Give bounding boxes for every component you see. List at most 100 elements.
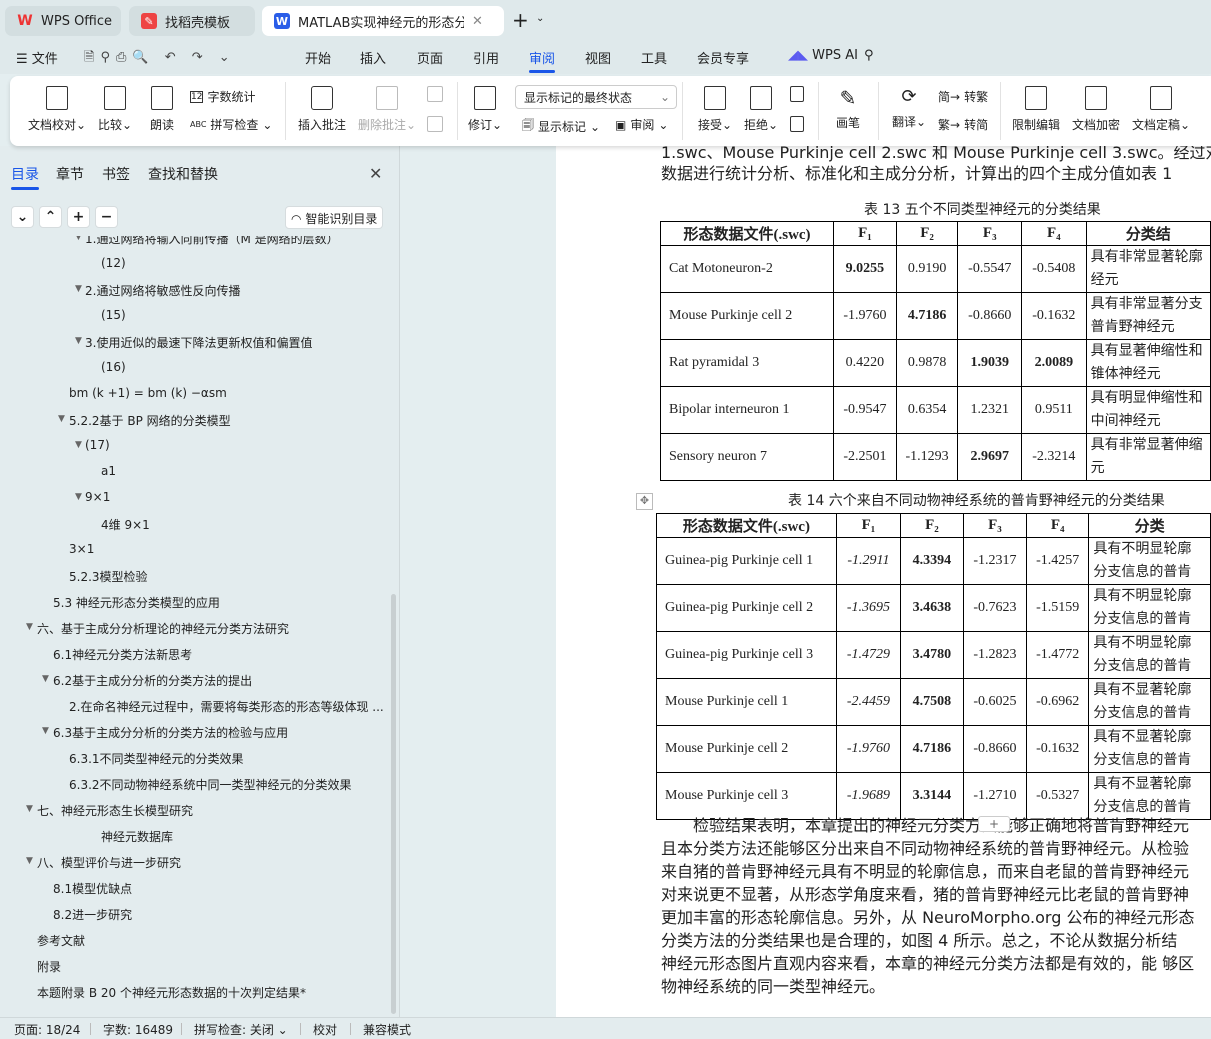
collapse-button[interactable]: ⌄ (11, 206, 34, 228)
expand-up-button[interactable]: ⌃ (39, 206, 62, 228)
expand-arrow-icon[interactable]: ▼ (75, 236, 82, 242)
remove-heading-button[interactable]: − (95, 206, 118, 228)
toc-item[interactable]: 6.3.1不同类型神经元的分类效果 (69, 750, 244, 767)
toc-item[interactable]: 9×1 (85, 490, 110, 504)
spell-check-status[interactable]: 拼写检查: 关闭 ⌄ (194, 1021, 288, 1038)
menu-review[interactable]: 审阅 (529, 48, 556, 73)
menu-member[interactable]: 会员专享 (697, 48, 749, 67)
encrypt-button[interactable]: 文档加密 (1072, 86, 1120, 133)
toc-item[interactable]: 参考文献 (37, 932, 85, 949)
finalize-button[interactable]: 文档定稿⌄ (1132, 86, 1190, 133)
close-tab-icon[interactable]: ✕ (472, 14, 483, 29)
next-comment-button[interactable] (427, 116, 443, 138)
next-change-button[interactable] (790, 116, 804, 138)
toc-item[interactable]: (16) (101, 360, 126, 374)
accept-button[interactable]: 接受⌄ (698, 86, 732, 133)
add-heading-button[interactable]: + (67, 206, 90, 228)
expand-arrow-icon[interactable]: ▼ (58, 414, 65, 424)
tab-document[interactable]: W MATLAB实现神经元的形态分类 ✕ (262, 6, 504, 36)
smart-toc-button[interactable]: ◠ 智能识别目录 (285, 206, 384, 229)
compare-button[interactable]: 比较⌄ (98, 86, 132, 133)
show-markup-button[interactable]: 🗐 显示标记 ⌄ (522, 116, 600, 137)
toc-item[interactable]: 4维 9×1 (101, 516, 150, 533)
tab-sections[interactable]: 章节 (56, 164, 84, 184)
menu-file[interactable]: ☰ 文件 (16, 48, 58, 67)
word-count[interactable]: 字数: 16489 (103, 1021, 173, 1038)
toc-item[interactable]: (12) (101, 256, 126, 270)
toc-item[interactable]: bm (k +1) = bm (k) −αsm (69, 386, 227, 400)
toc-item[interactable]: 5.2.3模型检验 (69, 568, 148, 585)
review-pane-button[interactable]: ▣ 审阅 ⌄ (615, 116, 668, 133)
tab-bookmarks[interactable]: 书签 (102, 164, 130, 184)
pen-button[interactable]: ✎ 画笔 (836, 86, 860, 131)
menu-tools[interactable]: 工具 (641, 48, 667, 67)
new-tab-icon[interactable]: + (512, 8, 529, 32)
read-aloud-button[interactable]: 朗读 (150, 86, 174, 133)
track-changes-button[interactable]: 修订⌄ (468, 86, 502, 133)
toc-item[interactable]: a1 (101, 464, 116, 478)
proofread-button[interactable]: 文档校对⌄ (28, 86, 86, 133)
toc-item[interactable]: 1.通过网络将输入向前传播（M 是网络的层数） (85, 236, 339, 247)
tab-wps-office[interactable]: W WPS Office (5, 6, 121, 36)
tab-toc[interactable]: 目录 (11, 164, 39, 190)
prev-comment-button[interactable] (427, 86, 443, 108)
insert-comment-button[interactable]: 插入批注 (298, 86, 346, 133)
page-indicator[interactable]: 页面: 18/24 (14, 1021, 80, 1038)
toc-item[interactable]: 5.2.2基于 BP 网络的分类模型 (69, 412, 231, 429)
expand-arrow-icon[interactable]: ▼ (42, 674, 49, 684)
translate-button[interactable]: ⟳ 翻译⌄ (892, 86, 926, 130)
delete-comment-button[interactable]: 删除批注⌄ (358, 86, 416, 133)
markup-state-select[interactable]: 显示标记的最终状态 ⌄ (515, 85, 677, 109)
quick-access-icons[interactable]: 🗎⚲⎙🔍 ↶ ↷ ⌄ (84, 48, 236, 70)
expand-arrow-icon[interactable]: ▼ (75, 284, 82, 294)
reject-button[interactable]: 拒绝⌄ (744, 86, 778, 133)
toc-item[interactable]: 2.在命名神经元过程中，需要将每类形态的形态等级体现 ... (69, 698, 384, 715)
expand-arrow-icon[interactable]: ▼ (75, 336, 82, 346)
toc-scrollbar[interactable] (391, 594, 396, 1014)
toc-item[interactable]: 2.通过网络将敏感性反向传播 (85, 282, 240, 299)
toc-item[interactable]: 6.2基于主成分分析的分类方法的提出 (53, 672, 252, 689)
menu-insert[interactable]: 插入 (360, 48, 386, 67)
to-simplified-button[interactable]: 繁→ 转简 (938, 116, 988, 133)
toc-item[interactable]: 5.3 神经元形态分类模型的应用 (53, 594, 220, 611)
toc-item[interactable]: 八、模型评价与进一步研究 (37, 854, 181, 871)
toc-item[interactable]: 8.2进一步研究 (53, 906, 132, 923)
toc-item[interactable]: 本题附录 B 20 个神经元形态数据的十次判定结果* (37, 984, 306, 1001)
prev-change-button[interactable] (790, 86, 804, 108)
expand-arrow-icon[interactable]: ▼ (75, 440, 82, 450)
menu-home[interactable]: 开始 (305, 48, 331, 67)
table-move-handle-icon[interactable]: ✥ (636, 493, 653, 510)
expand-arrow-icon[interactable]: ▼ (26, 856, 33, 866)
expand-arrow-icon[interactable]: ▼ (26, 804, 33, 814)
restrict-edit-button[interactable]: 限制编辑 (1012, 86, 1060, 133)
toc-item[interactable]: 6.3基于主成分分析的分类方法的检验与应用 (53, 724, 288, 741)
expand-arrow-icon[interactable]: ▼ (42, 726, 49, 736)
toc-item[interactable]: 六、基于主成分分析理论的神经元分类方法研究 (37, 620, 289, 637)
add-row-icon[interactable]: + (978, 816, 1010, 832)
close-panel-icon[interactable]: ✕ (369, 164, 382, 183)
word-count-button[interactable]: 12 字数统计 (190, 88, 255, 105)
menu-references[interactable]: 引用 (473, 48, 499, 67)
menu-wps-ai[interactable]: ◢◣ WPS AI (788, 48, 858, 63)
toc-item[interactable]: 七、神经元形态生长模型研究 (37, 802, 193, 819)
expand-arrow-icon[interactable]: ▼ (26, 622, 33, 632)
tab-templates[interactable]: ✎ 找稻壳模板 (129, 6, 255, 36)
toc-item[interactable]: 3.使用近似的最速下降法更新权值和偏置值 (85, 334, 312, 351)
toc-item[interactable]: 6.1神经元分类方法新思考 (53, 646, 192, 663)
toc-item[interactable]: 附录 (37, 958, 61, 975)
menu-view[interactable]: 视图 (585, 48, 611, 67)
proofread-status[interactable]: 校对 (313, 1021, 337, 1038)
tab-find-replace[interactable]: 查找和替换 (148, 164, 218, 184)
toc-item[interactable]: 6.3.2不同动物神经系统中同一类型神经元的分类效果 (69, 776, 352, 793)
expand-arrow-icon[interactable]: ▼ (75, 492, 82, 502)
toc-item[interactable]: (17) (85, 438, 110, 452)
toc-item[interactable]: (15) (101, 308, 126, 322)
toc-item[interactable]: 3×1 (69, 542, 94, 556)
toc-item[interactable]: 神经元数据库 (101, 828, 173, 845)
menu-page[interactable]: 页面 (417, 48, 443, 67)
toc-item[interactable]: 8.1模型优缺点 (53, 880, 132, 897)
chevron-down-icon[interactable]: ⌄ (536, 13, 544, 24)
search-icon[interactable]: ⚲ (864, 48, 874, 63)
spell-check-button[interactable]: ABC 拼写检查 ⌄ (190, 116, 272, 133)
to-traditional-button[interactable]: 简→ 转繁 (938, 88, 988, 105)
